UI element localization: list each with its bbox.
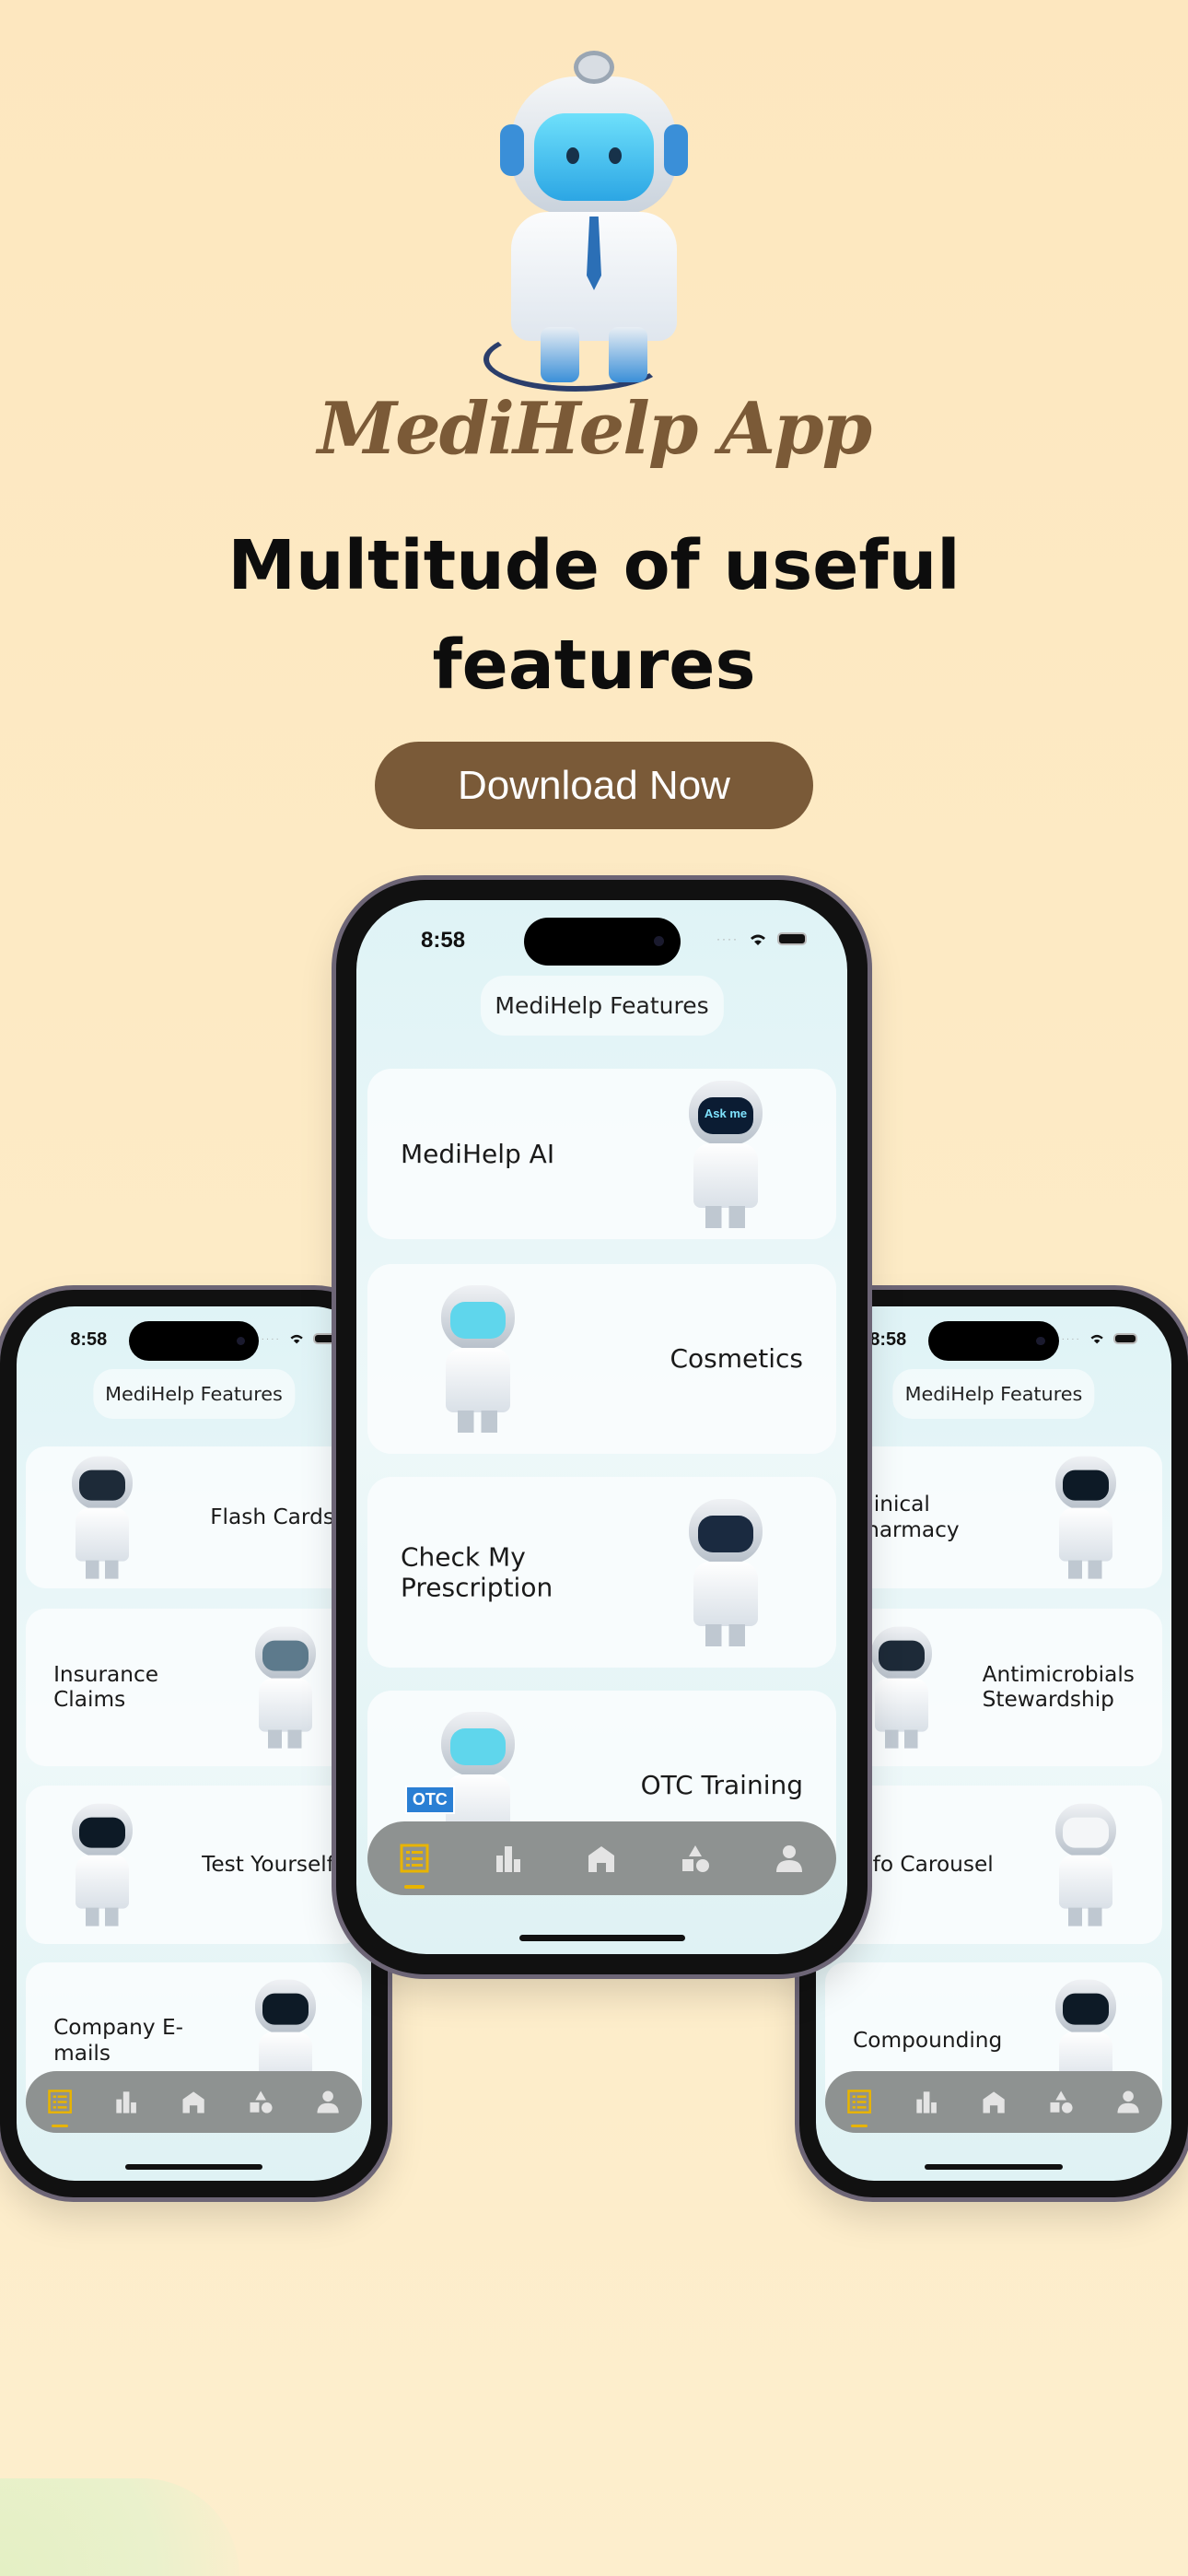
robot-illustration: Ask me: [670, 1080, 781, 1228]
feature-card-label: OTC Training: [640, 1769, 803, 1800]
screen-header: MediHelp Features: [480, 976, 724, 1036]
feature-card[interactable]: Insurance Claims: [26, 1609, 362, 1767]
status-time: 8:58: [869, 1329, 907, 1351]
feature-card[interactable]: Info Carousel: [825, 1785, 1162, 1944]
headline-line: features: [432, 626, 756, 705]
bottom-tab-bar: [825, 2071, 1162, 2133]
robot-illustration: [423, 1285, 533, 1433]
dynamic-island: [523, 918, 681, 966]
download-now-button[interactable]: Download Now: [375, 742, 813, 829]
status-icons: ····: [1062, 1332, 1138, 1344]
shapes-icon[interactable]: [680, 1843, 711, 1874]
feature-card[interactable]: Clinical Pharmacy: [825, 1446, 1162, 1588]
battery-icon: [1112, 1333, 1138, 1344]
phone-center: 8:58 ···· MediHelp Features Ask me MediHelp …: [336, 880, 868, 1974]
robot-illustration: [56, 1803, 148, 1926]
status-icons: ····: [716, 931, 807, 946]
person-icon[interactable]: [315, 2089, 341, 2114]
feature-card-label: Info Carousel: [853, 1851, 994, 1877]
feature-card[interactable]: Check My Prescription: [367, 1477, 836, 1668]
phone-screen: 8:58 ···· MediHelp Features Flash Cards Insu…: [17, 1306, 371, 2181]
camera-dot: [1036, 1336, 1045, 1345]
feature-card[interactable]: Ask me MediHelp AI: [367, 1069, 836, 1239]
dynamic-island: [928, 1321, 1059, 1362]
active-tab-indicator: [404, 1885, 425, 1889]
screen-header: MediHelp Features: [892, 1369, 1095, 1420]
robot-badge-text: Ask me: [704, 1106, 748, 1120]
active-tab-indicator: [850, 2124, 868, 2127]
wifi-icon: [748, 931, 768, 946]
status-time: 8:58: [70, 1329, 108, 1351]
bottom-tab-bar: [367, 1821, 836, 1895]
feature-card-label: Flash Cards: [210, 1504, 334, 1529]
home-indicator[interactable]: [124, 2164, 263, 2171]
robot-doctor-logo: [483, 51, 705, 396]
robot-illustration: [1040, 1456, 1132, 1579]
feature-card-label: Check My Prescription: [401, 1540, 553, 1603]
feature-card[interactable]: Test Yourself: [26, 1785, 362, 1944]
headline-line: Multitude of useful: [227, 526, 961, 605]
phone-left: 8:58 ···· MediHelp Features Flash Cards Insu…: [0, 1290, 388, 2197]
status-icons: ····: [262, 1332, 338, 1344]
screen-header: MediHelp Features: [92, 1369, 296, 1420]
wifi-icon: [1089, 1332, 1105, 1344]
camera-dot: [653, 936, 664, 946]
shapes-icon[interactable]: [1048, 2089, 1074, 2114]
status-time: 8:58: [421, 928, 466, 953]
home-indicator[interactable]: [518, 1935, 685, 1941]
list-icon[interactable]: [846, 2089, 872, 2127]
background-blob: [0, 2478, 239, 2576]
home-icon[interactable]: [181, 2089, 206, 2114]
bottom-tab-bar: [26, 2071, 362, 2133]
phone-screen: 8:58 ···· MediHelp Features Clinical Pharma…: [816, 1306, 1171, 2181]
wifi-icon: [288, 1332, 305, 1344]
dynamic-island: [128, 1321, 260, 1362]
list-icon[interactable]: [47, 2089, 73, 2127]
bar-chart-icon[interactable]: [113, 2089, 139, 2114]
headline: Multitude of useful features: [0, 516, 1188, 715]
battery-icon: [777, 932, 807, 945]
battery-icon: [312, 1333, 338, 1344]
robot-illustration: [856, 1626, 948, 1749]
robot-illustration: [56, 1456, 148, 1579]
signal-icon: ····: [1061, 1333, 1081, 1344]
feature-card-label: MediHelp AI: [401, 1138, 555, 1169]
home-indicator[interactable]: [925, 2164, 1063, 2171]
active-tab-indicator: [51, 2124, 68, 2127]
home-icon[interactable]: [981, 2089, 1007, 2114]
phone-screen: 8:58 ···· MediHelp Features Ask me MediHelp …: [356, 900, 847, 1954]
robot-illustration: [1040, 1803, 1132, 1926]
feature-card-label: Insurance Claims: [53, 1661, 159, 1713]
feature-card[interactable]: Cosmetics: [367, 1264, 836, 1454]
shapes-icon[interactable]: [248, 2089, 274, 2114]
signal-icon: ····: [261, 1333, 281, 1344]
person-icon[interactable]: [1115, 2089, 1141, 2114]
feature-card-label: Company E-mails: [53, 2015, 184, 2067]
feature-card-label: Cosmetics: [670, 1343, 803, 1375]
signal-icon: ····: [716, 932, 739, 945]
robot-badge-text: OTC: [404, 1785, 455, 1814]
robot-illustration: [239, 1626, 332, 1749]
person-icon[interactable]: [774, 1843, 805, 1874]
bar-chart-icon[interactable]: [914, 2089, 939, 2114]
feature-card[interactable]: Flash Cards: [26, 1446, 362, 1588]
feature-card-label: Compounding: [853, 2028, 1003, 2054]
app-title: MediHelp App: [317, 387, 872, 471]
feature-card-label: Antimicrobials Stewardship: [982, 1661, 1135, 1713]
feature-card-label: Clinical Pharmacy: [853, 1492, 960, 1542]
home-icon[interactable]: [586, 1843, 617, 1874]
list-icon[interactable]: [399, 1843, 430, 1889]
camera-dot: [236, 1336, 246, 1345]
robot-illustration: [670, 1498, 781, 1646]
feature-card-label: Test Yourself: [202, 1851, 334, 1877]
feature-card[interactable]: Antimicrobials Stewardship: [825, 1609, 1162, 1767]
bar-chart-icon[interactable]: [493, 1843, 524, 1874]
